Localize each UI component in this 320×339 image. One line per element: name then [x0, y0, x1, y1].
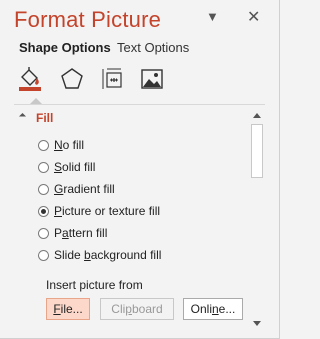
radio-picture-texture-fill[interactable]: Picture or texture fill [38, 204, 228, 222]
file-button[interactable]: File... [46, 298, 90, 320]
fill-section: Fill No fill Solid fill Gradient fill Pi… [0, 108, 250, 334]
pane-title: Format Picture [14, 7, 162, 32]
radio-button[interactable] [38, 184, 49, 195]
scroll-up-icon[interactable] [253, 113, 261, 118]
radio-no-fill[interactable]: No fill [38, 138, 228, 156]
radio-solid-fill[interactable]: Solid fill [38, 160, 228, 178]
insert-picture-label: Insert picture from [46, 278, 143, 292]
vertical-scrollbar[interactable] [250, 108, 264, 326]
radio-label: Gradient fill [54, 182, 115, 196]
radio-pattern-fill[interactable]: Pattern fill [38, 226, 228, 244]
chevron-down-icon[interactable]: ▼ [206, 9, 219, 24]
fill-section-title[interactable]: Fill [36, 111, 53, 125]
radio-gradient-fill[interactable]: Gradient fill [38, 182, 228, 200]
radio-label: No fill [54, 138, 85, 152]
radio-label: Slide background fill [54, 248, 162, 262]
tab-text-options[interactable]: Text Options [117, 40, 189, 55]
online-button[interactable]: Online... [183, 298, 243, 320]
radio-label: Pattern fill [54, 226, 108, 240]
divider [14, 104, 265, 105]
radio-button[interactable] [38, 140, 49, 151]
radio-label: Solid fill [54, 160, 96, 174]
collapse-arrow-icon[interactable] [18, 112, 27, 121]
tab-shape-options[interactable]: Shape Options [19, 40, 111, 55]
radio-button[interactable] [38, 250, 49, 261]
picture-icon[interactable] [139, 66, 165, 92]
clipboard-button[interactable]: Clipboard [100, 298, 174, 320]
radio-slide-background-fill[interactable]: Slide background fill [38, 248, 228, 266]
effects-icon[interactable] [59, 66, 85, 92]
format-picture-pane: Format Picture ▼ ✕ Shape Options Text Op… [0, 0, 280, 339]
fill-line-icon[interactable] [17, 66, 43, 92]
size-properties-icon[interactable] [100, 66, 126, 92]
scroll-down-icon[interactable] [253, 321, 261, 326]
radio-button-selected[interactable] [38, 206, 49, 217]
radio-button[interactable] [38, 162, 49, 173]
radio-label: Picture or texture fill [54, 204, 161, 218]
scroll-thumb[interactable] [251, 124, 263, 178]
close-icon[interactable]: ✕ [247, 7, 260, 27]
radio-button[interactable] [38, 228, 49, 239]
